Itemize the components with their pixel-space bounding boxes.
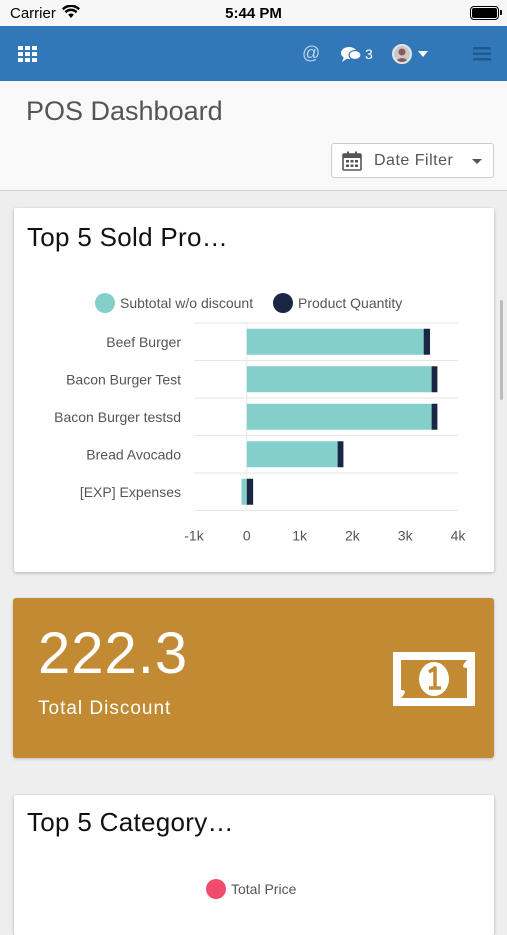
category-label: Bacon Burger Test	[66, 371, 181, 387]
chat-bubbles-icon	[341, 46, 362, 62]
bar-quantity	[246, 478, 254, 505]
x-tick-label: 3k	[398, 528, 414, 544]
top-categories-title: Top 5 Category…	[27, 807, 234, 837]
bar-subtotal	[246, 328, 424, 355]
status-bar: Carrier 5:44 PM	[0, 0, 507, 26]
legend-label: Total Price	[231, 881, 297, 897]
bar-quantity	[423, 328, 431, 355]
bar-quantity	[337, 441, 344, 468]
bar-subtotal	[246, 441, 338, 468]
chevron-down-icon	[418, 50, 428, 57]
bar-subtotal	[246, 366, 432, 393]
category-label: Bacon Burger testsd	[54, 409, 181, 425]
date-filter-button[interactable]: Date Filter	[331, 143, 494, 178]
bar-quantity	[431, 403, 438, 430]
total-discount-card: 222.3 Total Discount	[13, 598, 494, 758]
scrollbar[interactable]	[500, 300, 503, 400]
battery-icon	[470, 6, 502, 20]
calendar-icon	[342, 151, 362, 171]
messages-button[interactable]: 3	[340, 26, 373, 81]
status-time: 5:44 PM	[225, 5, 282, 22]
bar-quantity	[431, 366, 438, 393]
bar-subtotal	[246, 403, 432, 430]
messages-count: 3	[365, 45, 373, 62]
date-filter-label: Date Filter	[374, 151, 454, 169]
x-tick-label: -1k	[184, 528, 204, 544]
page-title: POS Dashboard	[26, 96, 223, 126]
legend-swatch	[206, 879, 226, 899]
bar-subtotal	[241, 478, 247, 505]
mentions-icon[interactable]: @	[302, 26, 320, 81]
x-tick-label: 1k	[292, 528, 308, 544]
category-label: [EXP] Expenses	[80, 484, 181, 500]
top-products-card: Top 5 Sold Pro… Subtotal w/o discount Pr…	[14, 208, 494, 572]
user-menu-button[interactable]	[392, 26, 428, 81]
hamburger-menu-icon[interactable]	[473, 26, 491, 81]
total-discount-value: 222.3	[38, 621, 189, 686]
top-categories-card: Top 5 Category… Total Price	[14, 795, 494, 935]
x-tick-label: 0	[243, 528, 251, 544]
top-products-chart: Beef Burger Bacon Burger Test Bacon Burger…	[54, 322, 467, 544]
x-tick-label: 2k	[345, 528, 361, 544]
top-navbar: @ 3	[0, 26, 507, 81]
apps-grid-icon[interactable]	[18, 26, 38, 81]
total-discount-label: Total Discount	[38, 698, 172, 719]
money-bill-icon	[393, 652, 475, 706]
category-label: Bread Avocado	[86, 446, 181, 462]
page-header: POS Dashboard Date Filter	[0, 81, 507, 191]
x-tick-label: 4k	[451, 528, 467, 544]
avatar	[392, 43, 412, 64]
dropdown-caret-icon	[472, 159, 482, 164]
category-label: Beef Burger	[106, 334, 181, 350]
legend-item-total-price[interactable]: Total Price	[206, 879, 296, 899]
